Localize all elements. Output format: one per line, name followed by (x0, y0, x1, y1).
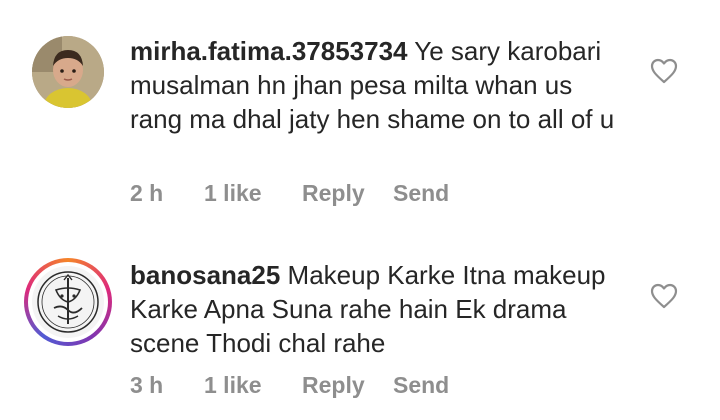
avatar[interactable] (24, 258, 112, 346)
comment-username[interactable]: mirha.fatima.37853734 (130, 36, 408, 66)
comment-item: mirha.fatima.37853734 Ye sary karobari m… (0, 32, 720, 222)
comment-timestamp: 2 h (130, 180, 164, 206)
comment-likes-link[interactable]: 1 like (204, 180, 302, 207)
comment-timestamp: 3 h (130, 372, 164, 398)
story-ring (28, 262, 108, 342)
comment-username[interactable]: banosana25 (130, 260, 280, 290)
send-button[interactable]: Send (393, 180, 449, 207)
heart-outline-icon[interactable] (650, 283, 678, 309)
reply-button[interactable]: Reply (302, 372, 393, 399)
comment-item: banosana25 Makeup Karke Itna makeup Kark… (0, 256, 720, 416)
comment-actions: 3 h 1 like Reply Send (130, 372, 449, 399)
comment-actions: 2 h 1 like Reply Send (130, 180, 449, 207)
comment-body: mirha.fatima.37853734 Ye sary karobari m… (130, 34, 630, 136)
comment-likes-link[interactable]: 1 like (204, 372, 302, 399)
profile-photo-icon (32, 36, 104, 108)
comment-body: banosana25 Makeup Karke Itna makeup Kark… (130, 258, 630, 360)
heart-outline-icon[interactable] (650, 58, 678, 84)
calligraphy-logo-icon (32, 266, 104, 338)
reply-button[interactable]: Reply (302, 180, 393, 207)
avatar[interactable] (32, 36, 104, 108)
send-button[interactable]: Send (393, 372, 449, 399)
